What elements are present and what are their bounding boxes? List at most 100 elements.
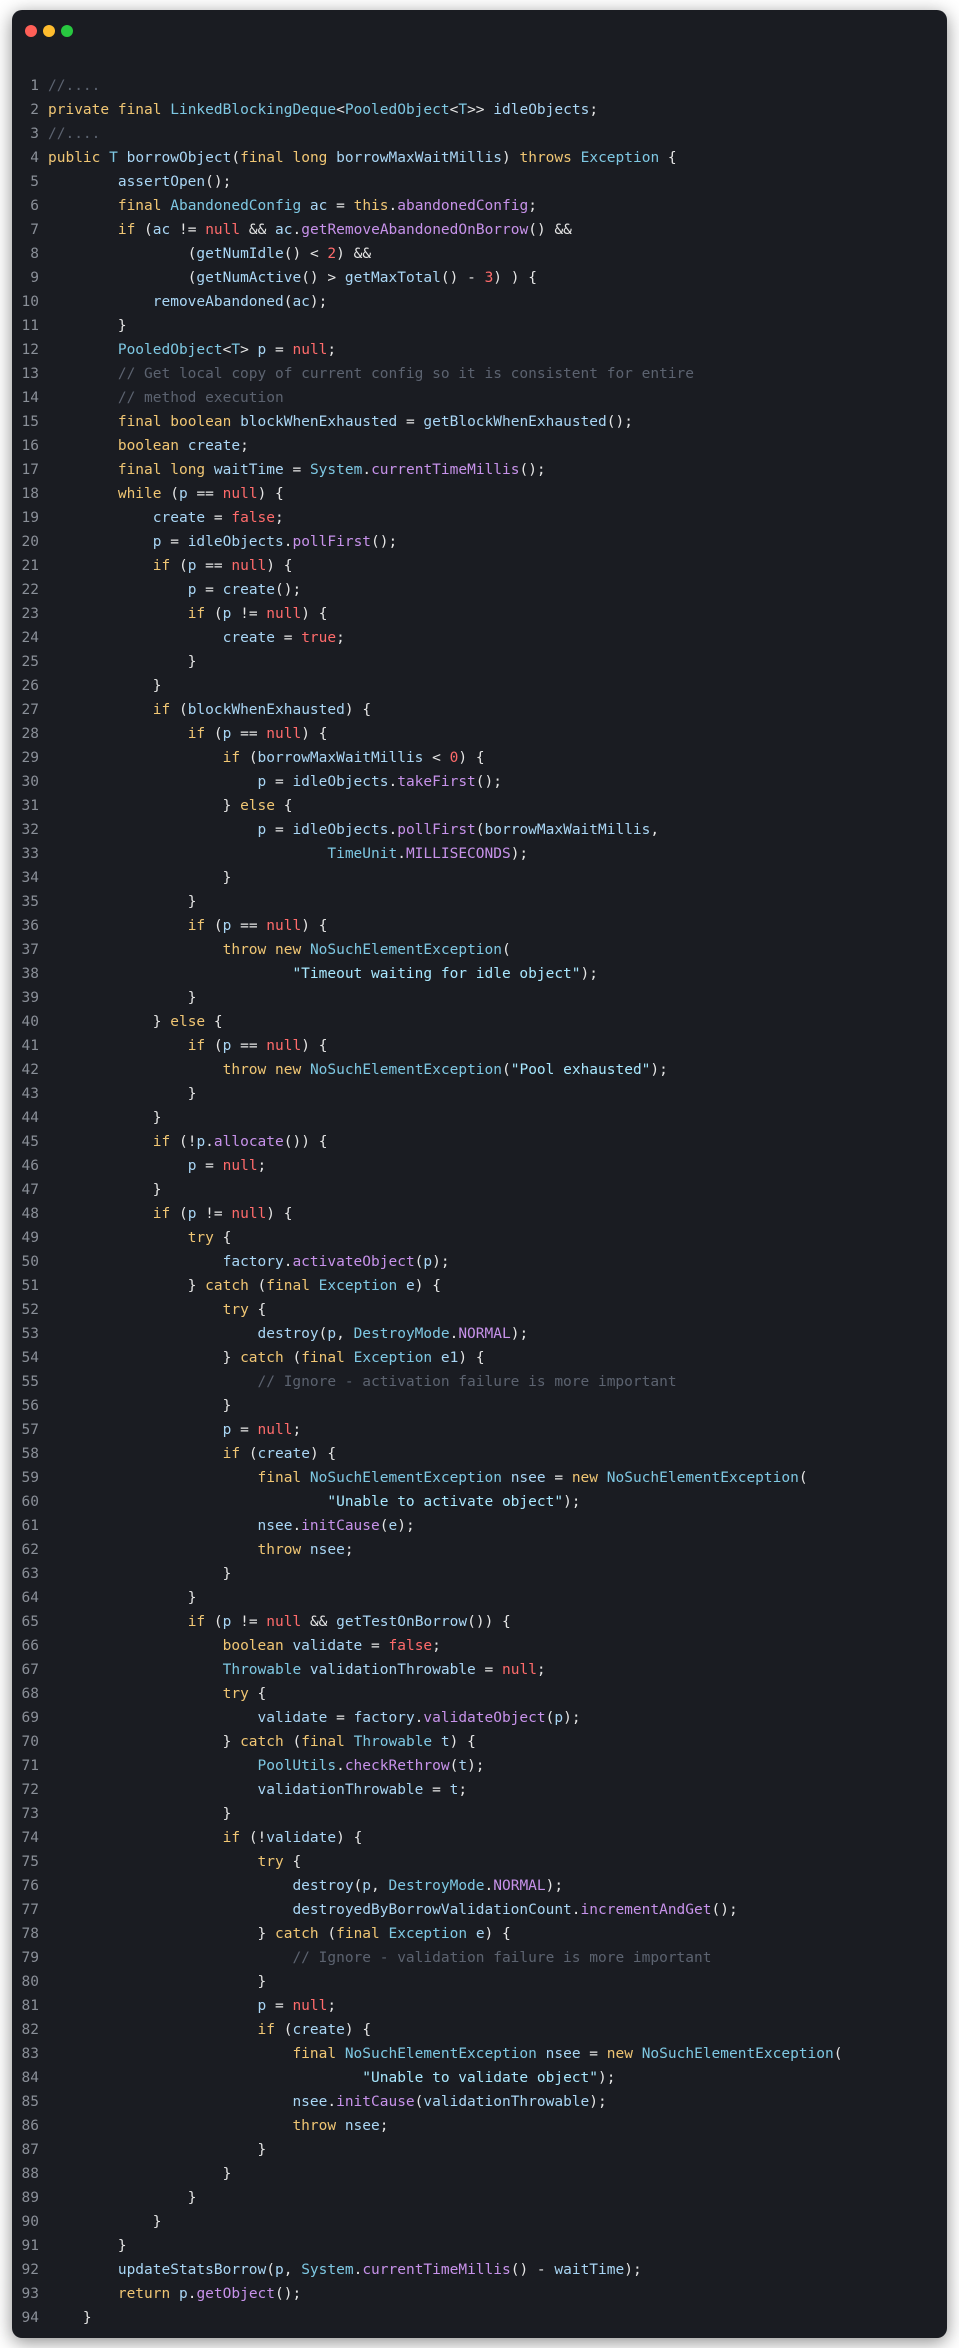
line-number: 36 (21, 918, 39, 934)
line-number: 74 (21, 1830, 39, 1846)
line-number: 70 (21, 1734, 39, 1750)
line-number: 86 (21, 2118, 39, 2134)
code-text: updateStatsBorrow(p, System.currentTimeM… (117, 2262, 642, 2278)
code-line: 79 // Ignore - validation failure is mor… (12, 1946, 947, 1970)
line-number: 47 (21, 1182, 39, 1198)
code-text: } (152, 678, 162, 694)
code-text: if (p != null && getTestOnBorrow()) { (187, 1614, 511, 1630)
code-text: throw nsee; (257, 1542, 354, 1558)
code-text: destroy(p, DestroyMode.NORMAL); (292, 1878, 564, 1894)
line-number: 57 (21, 1422, 39, 1438)
code-line: 8 (getNumIdle() < 2) && (12, 242, 947, 266)
code-line: 26 } (12, 674, 947, 698)
code-text: // method execution (117, 390, 284, 406)
line-number: 78 (21, 1926, 39, 1942)
code-text: } catch (final Exception e1) { (222, 1350, 485, 1366)
code-line: 82 if (create) { (12, 2018, 947, 2042)
close-window-dot-icon[interactable] (25, 25, 37, 37)
code-text: } else { (152, 1014, 223, 1030)
code-line: 28 if (p == null) { (12, 722, 947, 746)
code-text: try { (222, 1302, 267, 1318)
line-number: 66 (21, 1638, 39, 1654)
code-line: 42 throw new NoSuchElementException("Poo… (12, 1058, 947, 1082)
code-text: if (create) { (257, 2022, 372, 2038)
code-line: 3 //.... (12, 122, 947, 146)
line-number: 59 (21, 1470, 39, 1486)
code-line: 59 final NoSuchElementException nsee = n… (12, 1466, 947, 1490)
code-line: 6 final AbandonedConfig ac = this.abando… (12, 194, 947, 218)
code-line: 38 "Timeout waiting for idle object"); (12, 962, 947, 986)
zoom-window-dot-icon[interactable] (61, 25, 73, 37)
code-line: 50 factory.activateObject(p); (12, 1250, 947, 1274)
code-line: 19 create = false; (12, 506, 947, 530)
code-text: // Ignore - activation failure is more i… (257, 1374, 677, 1390)
code-line: 7 if (ac != null && ac.getRemoveAbandone… (12, 218, 947, 242)
code-line: 60 "Unable to activate object"); (12, 1490, 947, 1514)
code-line: 86 throw nsee; (12, 2114, 947, 2138)
code-text: if (p != null) { (152, 1206, 293, 1222)
line-number: 6 (30, 198, 39, 214)
code-text: PooledObject<T> p = null; (117, 342, 337, 358)
code-text: } (82, 2310, 92, 2326)
code-line: 67 Throwable validationThrowable = null; (12, 1658, 947, 1682)
code-line: 12 PooledObject<T> p = null; (12, 338, 947, 362)
code-window: 1 //.... 2 private final LinkedBlockingDequ… (12, 10, 947, 2338)
code-text: p = idleObjects.pollFirst(); (152, 534, 398, 550)
line-number: 44 (21, 1110, 39, 1126)
code-line: 20 p = idleObjects.pollFirst(); (12, 530, 947, 554)
code-text: public T borrowObject(final long borrowM… (48, 150, 677, 166)
line-number: 53 (21, 1326, 39, 1342)
line-number: 61 (21, 1518, 39, 1534)
code-text: final boolean blockWhenExhausted = getBl… (117, 414, 633, 430)
code-line: 53 destroy(p, DestroyMode.NORMAL); (12, 1322, 947, 1346)
line-number: 69 (21, 1710, 39, 1726)
code-text: } (187, 1086, 197, 1102)
code-text: boolean validate = false; (222, 1638, 441, 1654)
line-number: 62 (21, 1542, 39, 1558)
code-text: nsee.initCause(validationThrowable); (292, 2094, 607, 2110)
code-line: 49 try { (12, 1226, 947, 1250)
code-text: throw nsee; (292, 2118, 389, 2134)
code-text: throw new NoSuchElementException( (222, 942, 511, 958)
line-number: 45 (21, 1134, 39, 1150)
code-text: if (!p.allocate()) { (152, 1134, 328, 1150)
code-text: // Ignore - validation failure is more i… (292, 1950, 712, 1966)
line-number: 15 (21, 414, 39, 430)
code-text: if (create) { (222, 1446, 337, 1462)
code-line: 31 } else { (12, 794, 947, 818)
line-number: 31 (21, 798, 39, 814)
code-text: if (borrowMaxWaitMillis < 0) { (222, 750, 485, 766)
line-number: 26 (21, 678, 39, 694)
line-number: 51 (21, 1278, 39, 1294)
code-line: 69 validate = factory.validateObject(p); (12, 1706, 947, 1730)
line-number: 22 (21, 582, 39, 598)
code-text: removeAbandoned(ac); (152, 294, 328, 310)
line-number: 84 (21, 2070, 39, 2086)
line-number: 7 (30, 222, 39, 238)
line-number: 64 (21, 1590, 39, 1606)
code-line: 35 } (12, 890, 947, 914)
line-number: 56 (21, 1398, 39, 1414)
code-line: 15 final boolean blockWhenExhausted = ge… (12, 410, 947, 434)
code-text: } catch (final Exception e) { (187, 1278, 441, 1294)
code-text: validationThrowable = t; (257, 1782, 468, 1798)
line-number: 87 (21, 2142, 39, 2158)
code-line: 9 (getNumActive() > getMaxTotal() - 3) )… (12, 266, 947, 290)
code-text: "Unable to activate object"); (327, 1494, 581, 1510)
code-text: } (222, 1566, 232, 1582)
code-text: factory.activateObject(p); (222, 1254, 450, 1270)
code-text: throw new NoSuchElementException("Pool e… (222, 1062, 668, 1078)
code-text: if (p == null) { (152, 558, 293, 574)
code-line: 47 } (12, 1178, 947, 1202)
line-number: 27 (21, 702, 39, 718)
line-number: 75 (21, 1854, 39, 1870)
code-line: 2 private final LinkedBlockingDeque<Poole… (12, 98, 947, 122)
code-text: } catch (final Throwable t) { (222, 1734, 476, 1750)
line-number: 2 (30, 102, 39, 118)
line-number: 4 (30, 150, 39, 166)
code-line: 72 validationThrowable = t; (12, 1778, 947, 1802)
code-line: 61 nsee.initCause(e); (12, 1514, 947, 1538)
code-line: 48 if (p != null) { (12, 1202, 947, 1226)
minimize-window-dot-icon[interactable] (43, 25, 55, 37)
code-text: p = create(); (187, 582, 302, 598)
